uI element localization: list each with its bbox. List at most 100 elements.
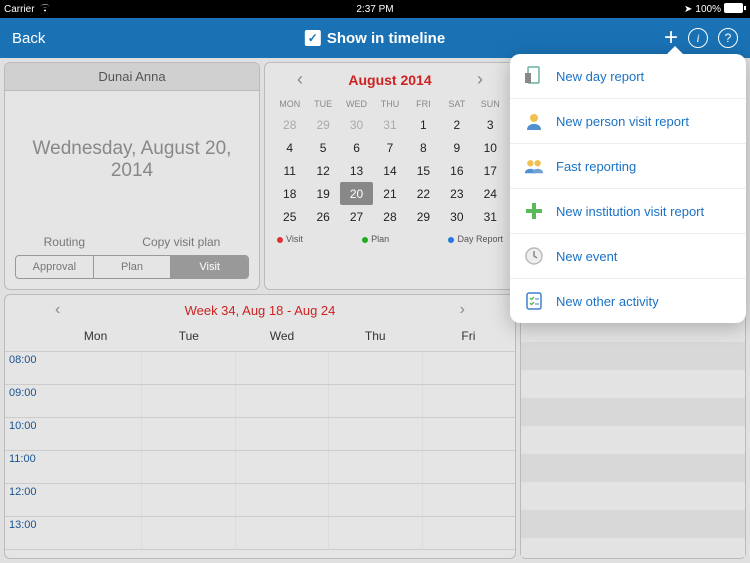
time-slot[interactable] <box>49 385 142 417</box>
view-segment[interactable]: Approval Plan Visit <box>15 255 249 279</box>
time-slot[interactable] <box>236 484 329 516</box>
cal-day[interactable]: 24 <box>474 182 507 205</box>
clock-icon <box>524 246 544 266</box>
cal-day[interactable]: 22 <box>407 182 440 205</box>
time-slot[interactable] <box>329 451 422 483</box>
cal-day[interactable]: 28 <box>273 113 306 136</box>
cal-day[interactable]: 16 <box>440 159 473 182</box>
carrier-label: Carrier <box>4 4 35 15</box>
cal-day[interactable]: 23 <box>440 182 473 205</box>
cal-prev-icon[interactable]: ‹ <box>297 69 303 90</box>
week-day-header: Wed <box>235 325 328 351</box>
time-slot[interactable] <box>329 385 422 417</box>
cal-day[interactable]: 1 <box>407 113 440 136</box>
time-slot[interactable] <box>142 418 235 450</box>
cal-day[interactable]: 26 <box>306 205 339 228</box>
time-slot[interactable] <box>142 352 235 384</box>
segment-approval[interactable]: Approval <box>16 256 94 278</box>
time-slot[interactable] <box>49 451 142 483</box>
time-slot[interactable] <box>423 517 515 549</box>
time-slot[interactable] <box>329 418 422 450</box>
time-slot[interactable] <box>423 451 515 483</box>
time-slot[interactable] <box>236 352 329 384</box>
cal-day[interactable]: 19 <box>306 182 339 205</box>
time-slot[interactable] <box>423 484 515 516</box>
week-day-header: Thu <box>329 325 422 351</box>
plus-green-icon <box>524 201 544 221</box>
cal-day[interactable]: 30 <box>340 113 373 136</box>
time-slot[interactable] <box>49 352 142 384</box>
time-slot[interactable] <box>423 418 515 450</box>
popover-item[interactable]: New day report <box>510 54 746 99</box>
popover-item[interactable]: Fast reporting <box>510 144 746 189</box>
segment-visit[interactable]: Visit <box>171 256 248 278</box>
cal-day[interactable]: 29 <box>407 205 440 228</box>
cal-next-icon[interactable]: › <box>477 69 483 90</box>
cal-day[interactable]: 8 <box>407 136 440 159</box>
time-slot[interactable] <box>142 451 235 483</box>
cal-day[interactable]: 4 <box>273 136 306 159</box>
time-slot[interactable] <box>329 352 422 384</box>
week-title: Week 34, Aug 18 - Aug 24 <box>185 303 336 318</box>
cal-day[interactable]: 31 <box>474 205 507 228</box>
wifi-icon <box>39 3 51 15</box>
cal-day[interactable]: 2 <box>440 113 473 136</box>
time-slot[interactable] <box>329 484 422 516</box>
time-slot[interactable] <box>423 385 515 417</box>
month-calendar: ‹ August 2014 › MONTUEWEDTHUFRISATSUN282… <box>264 62 516 290</box>
popover-item[interactable]: New event <box>510 234 746 279</box>
time-slot[interactable] <box>236 517 329 549</box>
time-slot[interactable] <box>236 418 329 450</box>
cal-day[interactable]: 9 <box>440 136 473 159</box>
cal-day[interactable]: 21 <box>373 182 406 205</box>
week-next-icon[interactable]: › <box>460 301 465 319</box>
cal-day[interactable]: 29 <box>306 113 339 136</box>
time-slot[interactable] <box>142 385 235 417</box>
show-in-timeline-toggle[interactable]: ✓ Show in timeline <box>305 30 445 47</box>
cal-day[interactable]: 14 <box>373 159 406 182</box>
week-prev-icon[interactable]: ‹ <box>55 301 60 319</box>
time-slot[interactable] <box>423 352 515 384</box>
person-card: Dunai Anna Wednesday, August 20, 2014 Ro… <box>4 62 260 290</box>
cal-day[interactable]: 3 <box>474 113 507 136</box>
cal-day[interactable]: 25 <box>273 205 306 228</box>
popover-item[interactable]: New person visit report <box>510 99 746 144</box>
cal-day[interactable]: 13 <box>340 159 373 182</box>
selected-date-display: Wednesday, August 20, 2014 <box>5 91 259 229</box>
cal-dow: MON <box>273 94 306 113</box>
cal-day[interactable]: 30 <box>440 205 473 228</box>
cal-day[interactable]: 18 <box>273 182 306 205</box>
cal-day[interactable]: 15 <box>407 159 440 182</box>
cal-day[interactable]: 11 <box>273 159 306 182</box>
time-slot[interactable] <box>236 451 329 483</box>
time-slot[interactable] <box>49 418 142 450</box>
cal-day[interactable]: 31 <box>373 113 406 136</box>
cal-day[interactable]: 12 <box>306 159 339 182</box>
info-icon[interactable]: i <box>688 28 708 48</box>
cal-day[interactable]: 17 <box>474 159 507 182</box>
cal-day[interactable]: 6 <box>340 136 373 159</box>
time-slot[interactable] <box>142 517 235 549</box>
cal-day[interactable]: 7 <box>373 136 406 159</box>
segment-plan[interactable]: Plan <box>94 256 172 278</box>
help-icon[interactable]: ? <box>718 28 738 48</box>
popover-item-label: New institution visit report <box>556 204 704 219</box>
week-day-header: Tue <box>142 325 235 351</box>
cal-day[interactable]: 28 <box>373 205 406 228</box>
time-slot[interactable] <box>236 385 329 417</box>
popover-item[interactable]: New other activity <box>510 279 746 323</box>
time-slot[interactable] <box>142 484 235 516</box>
copy-visit-plan-link[interactable]: Copy visit plan <box>142 235 220 249</box>
hour-label: 10:00 <box>5 418 49 450</box>
routing-link[interactable]: Routing <box>44 235 85 249</box>
back-button[interactable]: Back <box>12 30 45 47</box>
time-slot[interactable] <box>329 517 422 549</box>
location-icon: ➤ <box>684 4 692 15</box>
cal-day[interactable]: 10 <box>474 136 507 159</box>
popover-item[interactable]: New institution visit report <box>510 189 746 234</box>
cal-day[interactable]: 27 <box>340 205 373 228</box>
time-slot[interactable] <box>49 484 142 516</box>
time-slot[interactable] <box>49 517 142 549</box>
cal-day[interactable]: 20 <box>340 182 373 205</box>
cal-day[interactable]: 5 <box>306 136 339 159</box>
